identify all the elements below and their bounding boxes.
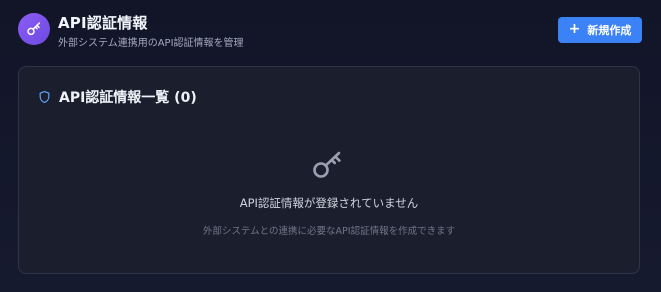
page-header: API認証情報 外部システム連携用のAPI認証情報を管理 + 新規作成 [18,12,643,49]
page-subtitle: 外部システム連携用のAPI認証情報を管理 [58,38,244,49]
new-credential-button-label: 新規作成 [587,24,632,37]
app-key-icon [18,13,50,45]
new-credential-button[interactable]: + 新規作成 [558,17,642,43]
empty-state-title: API認証情報が登録されていません [239,196,419,210]
shield-icon [38,90,51,104]
key-icon [311,149,347,181]
empty-state-description: 外部システムとの連携に必要なAPI認証情報を作成できます [202,226,456,237]
credentials-list-card: API認証情報一覧 (0) API認証情報が登録されていません 外部システムとの… [18,66,640,274]
card-header: API認証情報一覧 (0) [38,87,197,107]
plus-icon: + [568,21,581,37]
list-title: API認証情報一覧 (0) [59,90,197,106]
empty-state: API認証情報が登録されていません 外部システムとの連携に必要なAPI認証情報を… [19,149,639,237]
page-title: API認証情報 [58,14,148,32]
